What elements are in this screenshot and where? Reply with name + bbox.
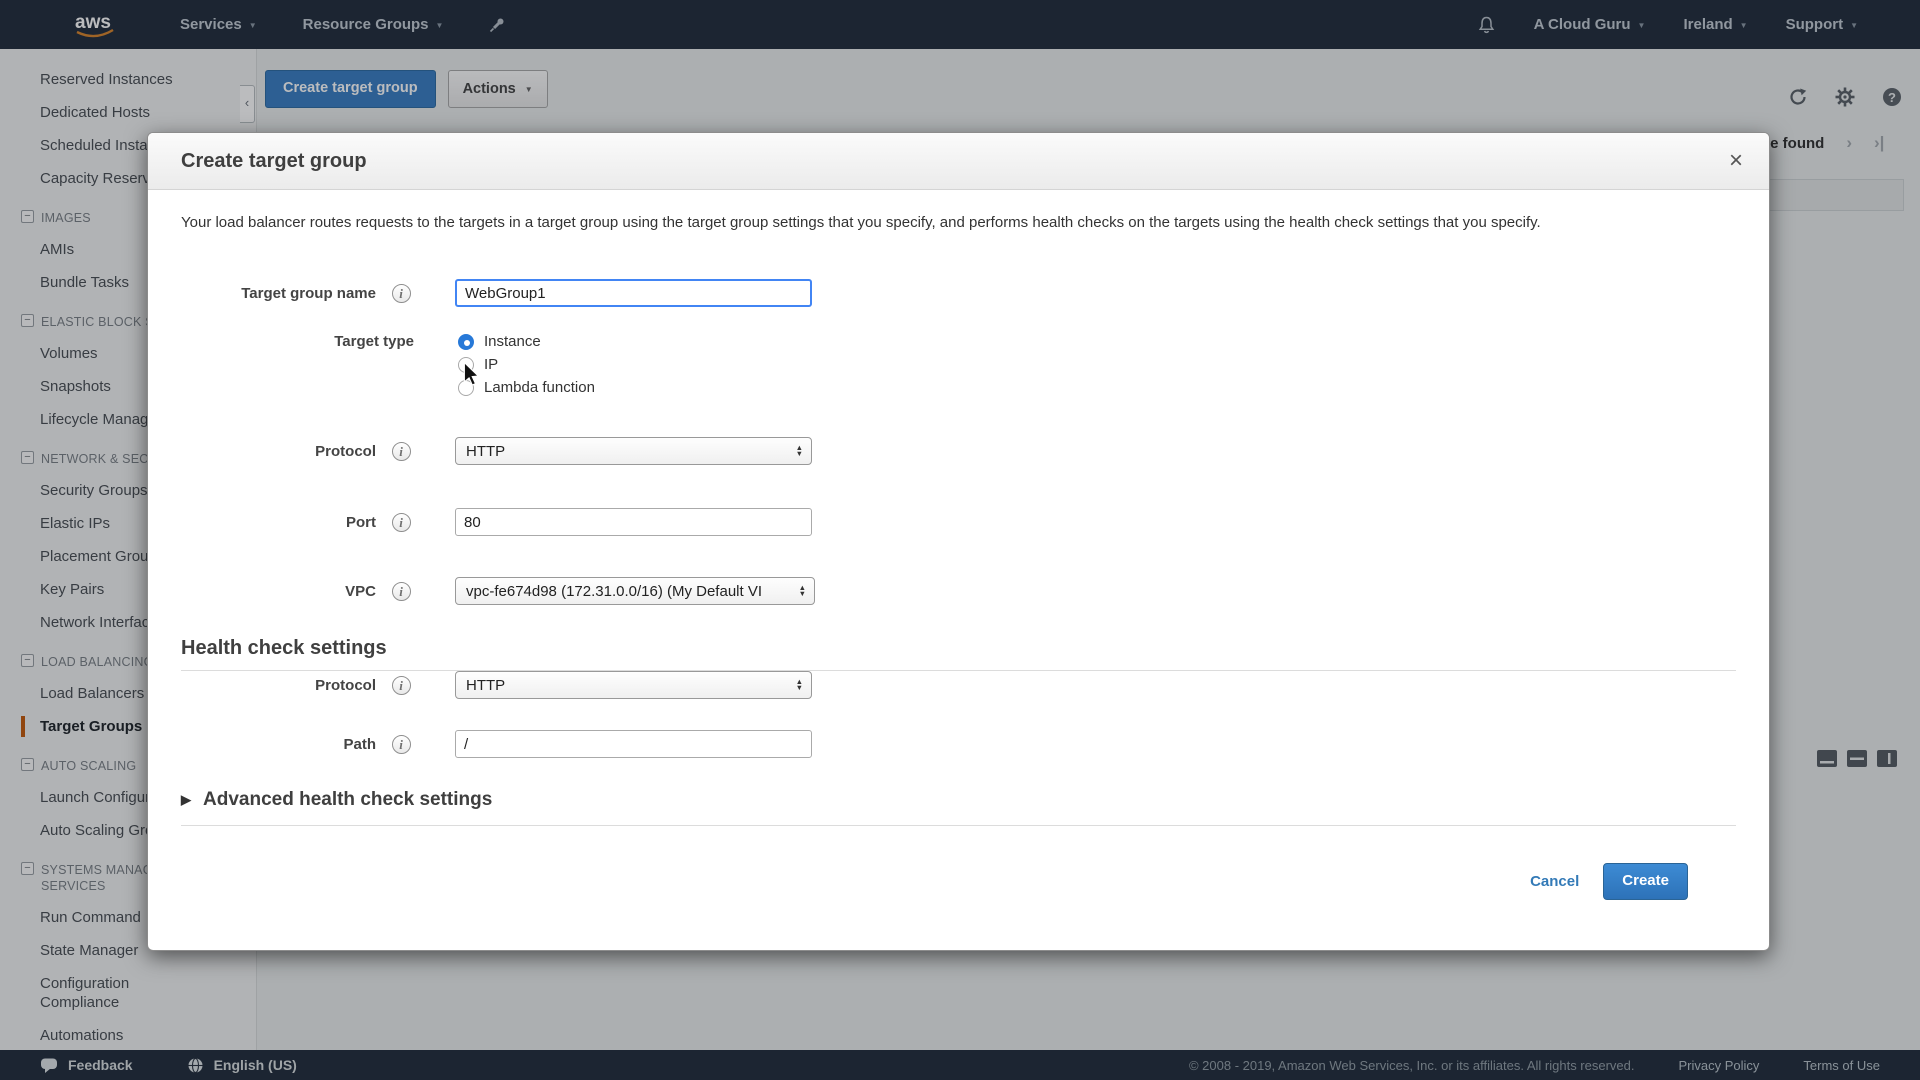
target-group-name-label: Target group name bbox=[241, 284, 376, 302]
modal-footer-buttons: Cancel Create bbox=[181, 826, 1736, 900]
protocol-select[interactable]: HTTP ▲ ▼ bbox=[455, 437, 812, 465]
screen: aws Services ▼ Resource Groups ▼ A Cloud Gu… bbox=[0, 0, 1920, 1080]
advanced-health-check-label: Advanced health check settings bbox=[203, 789, 493, 810]
path-input[interactable] bbox=[455, 730, 812, 758]
health-check-protocol-select[interactable]: HTTP ▲ ▼ bbox=[455, 671, 812, 699]
info-icon[interactable]: i bbox=[391, 734, 411, 754]
chevron-right-icon: ▶ bbox=[181, 792, 191, 807]
target-type-label: Target type bbox=[334, 333, 414, 350]
info-icon[interactable]: i bbox=[391, 581, 411, 601]
modal-description: Your load balancer routes requests to th… bbox=[181, 214, 1541, 231]
vpc-select[interactable]: vpc-fe674d98 (172.31.0.0/16) (My Default… bbox=[455, 577, 815, 605]
port-row: Port i bbox=[181, 508, 1736, 536]
modal-header: Create target group × bbox=[148, 133, 1769, 190]
radio-label: Instance bbox=[484, 333, 541, 350]
create-button[interactable]: Create bbox=[1603, 863, 1688, 900]
target-type-row: Target type Instance IP Lambda function bbox=[181, 333, 1736, 402]
info-icon[interactable]: i bbox=[391, 283, 411, 303]
health-check-protocol-label: Protocol bbox=[315, 676, 376, 694]
protocol-select-value: HTTP bbox=[466, 442, 506, 460]
path-label: Path bbox=[343, 735, 376, 753]
create-target-group-modal: Create target group × Your load balancer… bbox=[147, 132, 1770, 951]
vpc-select-value: vpc-fe674d98 (172.31.0.0/16) (My Default… bbox=[466, 582, 763, 600]
mouse-cursor bbox=[463, 361, 480, 391]
cancel-button[interactable]: Cancel bbox=[1530, 873, 1579, 890]
health-check-protocol-row: Protocol i HTTP ▲ ▼ bbox=[181, 671, 1736, 699]
radio-label: IP bbox=[484, 356, 499, 373]
radio-label: Lambda function bbox=[484, 379, 595, 396]
close-icon[interactable]: × bbox=[1729, 149, 1743, 173]
advanced-health-check-toggle[interactable]: ▶ Advanced health check settings bbox=[181, 789, 1736, 811]
modal-body: Your load balancer routes requests to th… bbox=[148, 190, 1769, 900]
port-label: Port bbox=[346, 513, 376, 531]
port-input[interactable] bbox=[455, 508, 812, 536]
vpc-label: VPC bbox=[345, 582, 376, 600]
target-group-name-row: Target group name i bbox=[181, 279, 1736, 307]
info-icon[interactable]: i bbox=[391, 512, 411, 532]
protocol-row: Protocol i HTTP ▲ ▼ bbox=[181, 437, 1736, 465]
modal-title: Create target group bbox=[181, 149, 367, 172]
radio-instance[interactable]: Instance bbox=[458, 333, 595, 350]
path-row: Path i bbox=[181, 730, 1736, 758]
vpc-row: VPC i vpc-fe674d98 (172.31.0.0/16) (My D… bbox=[181, 577, 1736, 605]
select-arrows-icon: ▲ ▼ bbox=[798, 583, 806, 598]
health-check-protocol-value: HTTP bbox=[466, 676, 506, 694]
health-check-settings-heading: Health check settings bbox=[181, 637, 387, 659]
info-icon[interactable]: i bbox=[391, 441, 411, 461]
info-icon[interactable]: i bbox=[391, 675, 411, 695]
protocol-label: Protocol bbox=[315, 442, 376, 460]
radio-button-icon[interactable] bbox=[458, 333, 474, 350]
target-group-name-input[interactable] bbox=[455, 279, 812, 307]
select-arrows-icon: ▲ ▼ bbox=[795, 443, 803, 458]
select-arrows-icon: ▲ ▼ bbox=[795, 677, 803, 692]
